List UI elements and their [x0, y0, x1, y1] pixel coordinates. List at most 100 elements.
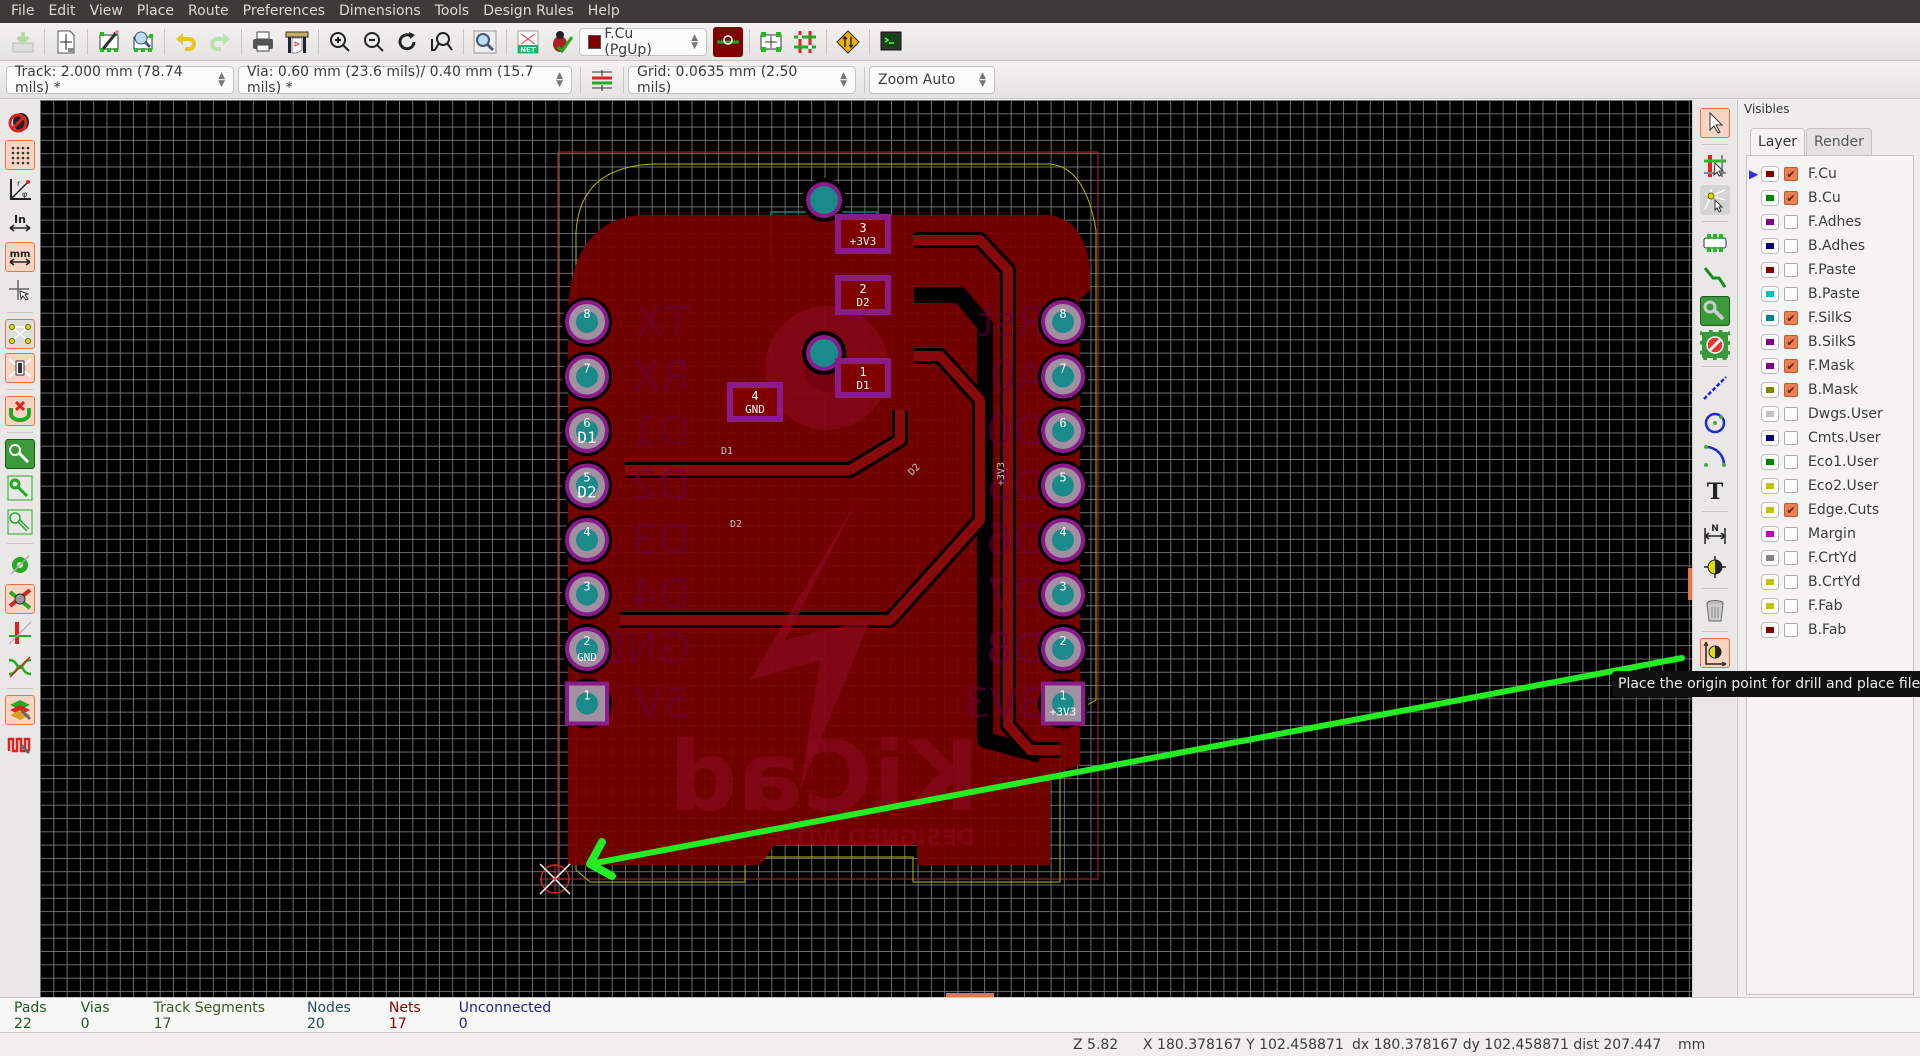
menu-place[interactable]: Place [130, 0, 181, 23]
layer-row-f-mask[interactable]: ✔ F.Mask [1747, 354, 1913, 378]
menu-help[interactable]: Help [581, 0, 627, 23]
layer-color-button[interactable] [1761, 238, 1779, 254]
netlist-button[interactable]: NET [513, 27, 543, 57]
add-zone-button[interactable] [1699, 296, 1730, 326]
scripting-button[interactable] [833, 27, 863, 57]
layer-color-button[interactable] [1761, 502, 1779, 518]
layer-visible-checkbox[interactable] [1784, 527, 1798, 541]
layer-visible-checkbox[interactable] [1784, 215, 1798, 229]
layer-row-b-crtyd[interactable]: B.CrtYd [1747, 570, 1913, 594]
add-arc-button[interactable] [1700, 441, 1730, 471]
cursor-shape-button[interactable] [5, 276, 35, 306]
auto-track-width-button[interactable] [587, 65, 617, 95]
add-track-button[interactable] [1700, 262, 1730, 292]
layer-visible-checkbox[interactable] [1784, 407, 1798, 421]
auto-place-button[interactable] [756, 27, 786, 57]
show-grid-button[interactable] [5, 140, 35, 170]
layer-visible-checkbox[interactable] [1784, 239, 1798, 253]
drc-off-button[interactable] [5, 106, 35, 136]
layer-row-b-cu[interactable]: ✔ B.Cu [1747, 186, 1913, 210]
polar-coords-button[interactable]: rφ [5, 174, 35, 204]
auto-delete-track-button[interactable] [5, 396, 35, 426]
menu-dimensions[interactable]: Dimensions [332, 0, 428, 23]
menu-tools[interactable]: Tools [428, 0, 477, 23]
layer-row-margin[interactable]: Margin [1747, 522, 1913, 546]
menu-file[interactable]: File [4, 0, 41, 23]
layer-visible-checkbox[interactable]: ✔ [1784, 191, 1798, 205]
mm-units-button[interactable]: mm [5, 242, 35, 272]
tab-layer[interactable]: Layer [1750, 128, 1806, 155]
layer-color-button[interactable] [1761, 310, 1779, 326]
pcb-canvas[interactable]: TX RX D1 D2 D3 D4 GND 5V Rst A0 D0 D5 D6 D7 D8 3V3 KiC… [40, 100, 1692, 997]
layer-color-button[interactable] [1761, 550, 1779, 566]
layer-color-button[interactable] [1761, 358, 1779, 374]
zoom-select[interactable]: Zoom Auto ▲ ▼ [869, 65, 995, 94]
page-settings-button[interactable] [51, 27, 81, 57]
layer-color-button[interactable] [1761, 430, 1779, 446]
auto-route-button[interactable] [790, 27, 820, 57]
add-target-button[interactable] [1700, 552, 1730, 582]
layer-visible-checkbox[interactable]: ✔ [1784, 335, 1798, 349]
zone-sketch-button[interactable] [5, 507, 35, 537]
zone-fill-button[interactable] [5, 439, 35, 469]
menu-edit[interactable]: Edit [41, 0, 82, 23]
menu-route[interactable]: Route [181, 0, 236, 23]
layer-visible-checkbox[interactable] [1784, 551, 1798, 565]
layer-color-button[interactable] [1761, 478, 1779, 494]
add-circle-button[interactable] [1700, 407, 1730, 437]
layer-row-b-silks[interactable]: ✔ B.SilkS [1747, 330, 1913, 354]
module-ratsnest-button[interactable] [5, 353, 35, 383]
layer-row-f-crtyd[interactable]: F.CrtYd [1747, 546, 1913, 570]
layer-color-button[interactable] [1761, 454, 1779, 470]
layer-row-dwgs-user[interactable]: Dwgs.User [1747, 402, 1913, 426]
layer-select[interactable]: F.Cu (PgUp) ▲ ▼ [579, 26, 707, 58]
layer-row-eco2-user[interactable]: Eco2.User [1747, 474, 1913, 498]
layer-row-b-paste[interactable]: B.Paste [1747, 282, 1913, 306]
add-keepout-button[interactable] [1699, 330, 1730, 360]
layer-row-f-cu[interactable]: ▶ ✔ F.Cu [1747, 162, 1913, 186]
length-tuning-button[interactable] [5, 729, 35, 759]
add-text-button[interactable]: T [1700, 475, 1730, 505]
redraw-button[interactable] [393, 27, 423, 57]
find-button[interactable] [470, 27, 500, 57]
via-size-select[interactable]: Via: 0.60 mm (23.6 mils)/ 0.40 mm (15.7 … [238, 64, 572, 96]
layer-row-b-fab[interactable]: B.Fab [1747, 618, 1913, 642]
layer-row-f-adhes[interactable]: F.Adhes [1747, 210, 1913, 234]
layer-visible-checkbox[interactable] [1784, 599, 1798, 613]
layer-color-button[interactable] [1761, 334, 1779, 350]
layer-color-button[interactable] [1761, 190, 1779, 206]
layer-color-button[interactable] [1761, 214, 1779, 230]
zoom-in-button[interactable] [325, 27, 355, 57]
layer-row-cmts-user[interactable]: Cmts.User [1747, 426, 1913, 450]
tab-render[interactable]: Render [1806, 128, 1872, 155]
layer-row-edge-cuts[interactable]: ✔ Edge.Cuts [1747, 498, 1913, 522]
footprint-editor-button[interactable] [94, 27, 124, 57]
layer-color-button[interactable] [1761, 166, 1779, 182]
footprint-library-browser-button[interactable] [128, 27, 158, 57]
layer-color-button[interactable] [1761, 382, 1779, 398]
pad-sketch-button[interactable] [5, 550, 35, 580]
layer-color-button[interactable] [1761, 622, 1779, 638]
track-sketch-button[interactable] [5, 618, 35, 648]
microwave-toolbar-button[interactable] [5, 695, 35, 725]
highlight-net-button[interactable] [1700, 151, 1730, 181]
layer-row-b-adhes[interactable]: B.Adhes [1747, 234, 1913, 258]
layer-color-button[interactable] [1761, 526, 1779, 542]
new-board-button[interactable] [8, 27, 38, 57]
layer-visible-checkbox[interactable]: ✔ [1784, 311, 1798, 325]
show-ratsnest-button[interactable] [5, 319, 35, 349]
undo-button[interactable] [171, 27, 201, 57]
add-dimension-button[interactable]: N [1700, 518, 1730, 548]
menu-preferences[interactable]: Preferences [236, 0, 332, 23]
place-origin-button[interactable] [1699, 638, 1730, 668]
layer-color-button[interactable] [1761, 574, 1779, 590]
select-button[interactable] [1699, 108, 1730, 138]
layer-visible-checkbox[interactable] [1784, 575, 1798, 589]
track-width-select[interactable]: Track: 2.000 mm (78.74 mils) * ▲ ▼ [6, 64, 234, 96]
layer-visible-checkbox[interactable]: ✔ [1784, 167, 1798, 181]
python-console-button[interactable] [876, 27, 906, 57]
local-ratsnest-button[interactable] [1699, 185, 1730, 215]
menu-design-rules[interactable]: Design Rules [476, 0, 581, 23]
layer-color-button[interactable] [1761, 406, 1779, 422]
zoom-fit-button[interactable] [427, 27, 457, 57]
